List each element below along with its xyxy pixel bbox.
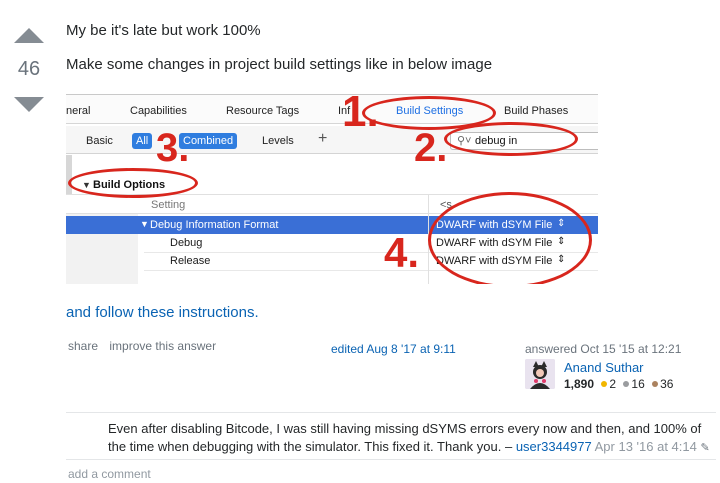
- annotation-number-4: 4.: [384, 229, 420, 276]
- annotation-ellipse-2: [444, 122, 578, 156]
- setting-label: Release: [170, 255, 211, 267]
- comment: Even after disabling Bitcode, I was stil…: [108, 420, 716, 457]
- add-icon: +: [318, 130, 328, 147]
- avatar[interactable]: [525, 359, 555, 389]
- gold-badge-count: 2: [609, 377, 617, 391]
- column-setting-label: Setting: [151, 199, 186, 211]
- gold-badge-icon: [601, 381, 608, 388]
- comment-date[interactable]: Apr 13 '16 at 4:14: [595, 439, 697, 454]
- build-settings-screenshot: neral Capabilities Resource Tags Inf Bui…: [66, 94, 598, 284]
- tab-general: neral: [66, 105, 91, 117]
- edited-timestamp-link[interactable]: edited Aug 8 '17 at 9:11: [331, 342, 456, 356]
- user-reputation: 1,890 2 16 36: [564, 377, 673, 391]
- improve-answer-link[interactable]: improve this answer: [109, 339, 216, 353]
- annotation-ellipse-3: [68, 168, 198, 198]
- downvote-arrow-icon[interactable]: [14, 97, 44, 112]
- bronze-badge-count: 36: [660, 377, 674, 391]
- setting-label: Debug: [170, 237, 203, 249]
- xcode-tab-bar: neral Capabilities Resource Tags Inf Bui…: [66, 94, 598, 124]
- answer-text-line-2: Make some changes in project build setti…: [66, 56, 493, 73]
- add-comment-link[interactable]: add a comment: [68, 467, 151, 481]
- pencil-icon: ✎: [700, 442, 710, 454]
- vote-count: 46: [17, 58, 41, 80]
- answer-text-line-1: My be it's late but work 100%: [66, 22, 261, 39]
- tab-resource-tags: Resource Tags: [226, 105, 300, 117]
- setting-label: Debug Information Format: [150, 219, 279, 231]
- answered-timestamp: answered Oct 15 '15 at 12:21: [525, 342, 682, 356]
- filter-basic: Basic: [86, 135, 113, 147]
- annotation-ellipse-4: [428, 192, 592, 284]
- reputation-score: 1,890: [564, 377, 595, 391]
- filter-all: All: [132, 133, 153, 149]
- avatar-image: [525, 359, 555, 389]
- comment-user-link[interactable]: user3344977: [516, 439, 592, 454]
- share-link[interactable]: share: [68, 339, 98, 353]
- comment-divider: [66, 459, 716, 460]
- annotation-number-2: 2.: [414, 126, 448, 170]
- comment-divider: [66, 412, 716, 413]
- tab-build-phases: Build Phases: [504, 105, 569, 117]
- instructions-link[interactable]: and follow these instructions.: [66, 304, 259, 321]
- user-name-link[interactable]: Anand Suthar: [564, 360, 644, 375]
- silver-badge-icon: [623, 381, 630, 388]
- upvote-arrow-icon[interactable]: [14, 28, 44, 43]
- filter-levels: Levels: [262, 135, 294, 147]
- tab-capabilities: Capabilities: [130, 105, 187, 117]
- annotation-number-3: 3.: [156, 126, 190, 170]
- silver-badge-count: 16: [631, 377, 645, 391]
- post-menu: share improve this answer: [68, 339, 224, 353]
- disclosure-triangle-icon: ▼: [140, 219, 149, 229]
- annotation-number-1: 1.: [342, 94, 379, 136]
- bronze-badge-icon: [652, 381, 659, 388]
